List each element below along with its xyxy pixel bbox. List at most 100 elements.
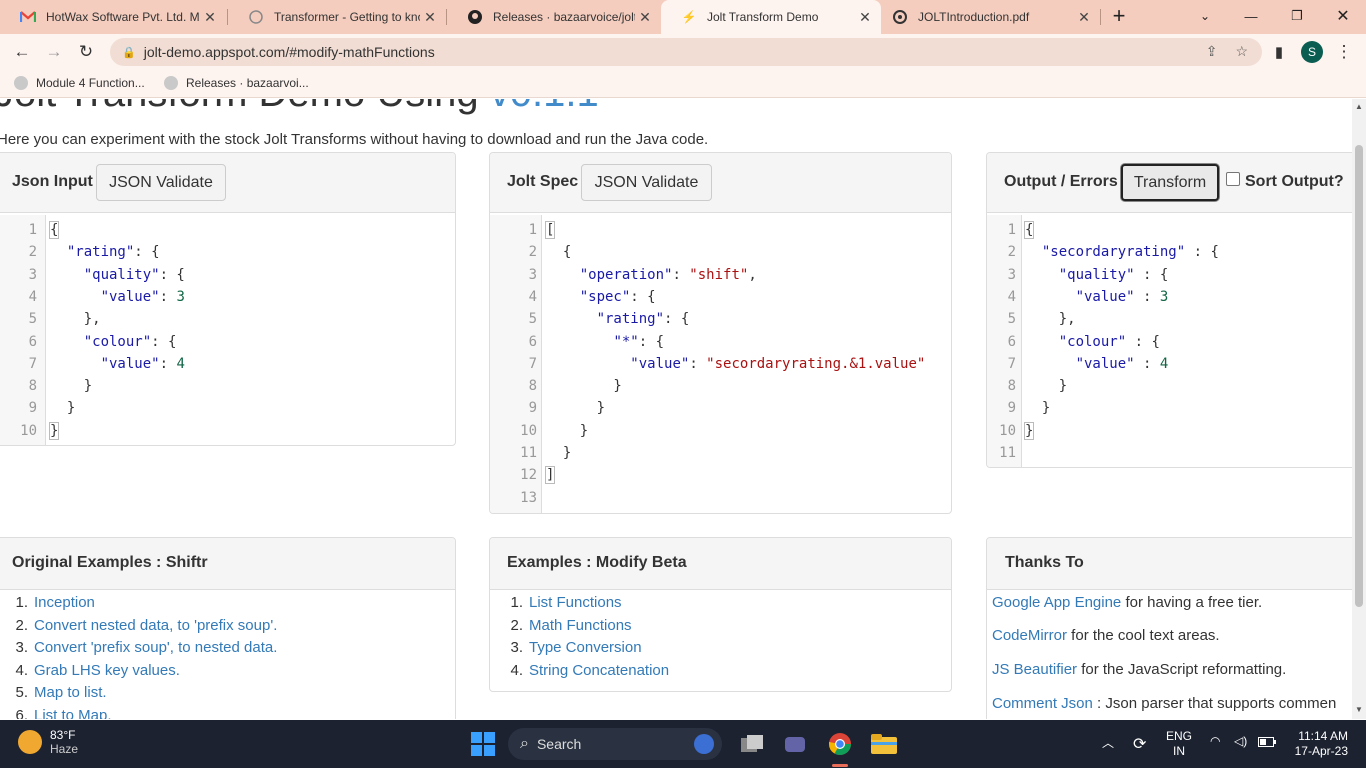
address-bar[interactable]: 🔒 jolt-demo.appspot.com/#modify-mathFunc… bbox=[110, 38, 1262, 66]
thanks-link[interactable]: Comment Json bbox=[992, 695, 1093, 712]
teams-icon[interactable] bbox=[781, 730, 809, 758]
code-text: "value" : 3 bbox=[1075, 288, 1169, 305]
example-link[interactable]: Convert 'prefix soup', to nested data. bbox=[34, 639, 277, 656]
tab-close-icon[interactable]: ✕ bbox=[200, 9, 220, 26]
thanks-link[interactable]: CodeMirror bbox=[992, 627, 1067, 644]
line-number: 1 bbox=[28, 222, 37, 238]
jolt-spec-validate-button[interactable]: JSON Validate bbox=[581, 164, 712, 201]
bookmark-label: Releases · bazaarvoi... bbox=[186, 76, 309, 90]
json-input-title: Json Input bbox=[12, 173, 93, 190]
thanks-link[interactable]: JS Beautifier bbox=[992, 661, 1077, 678]
page-title-text: Jolt Transform Demo Using bbox=[0, 99, 479, 115]
lock-icon[interactable]: 🔒 bbox=[122, 46, 136, 59]
bookmark-releases[interactable]: Releases · bazaarvoi... bbox=[164, 76, 309, 90]
tab-close-icon[interactable]: ✕ bbox=[1074, 9, 1094, 26]
tab-close-icon[interactable]: ✕ bbox=[420, 9, 440, 26]
example-link[interactable]: Map to list. bbox=[34, 684, 107, 701]
tab-title: HotWax Software Pvt. Ltd. Mail bbox=[46, 10, 200, 24]
new-tab-button[interactable]: + bbox=[1097, 0, 1141, 32]
bookmark-star-icon[interactable]: ☆ bbox=[1235, 43, 1248, 60]
json-input-editor[interactable]: 1 {2 "rating": {3 "quality": {4 "value": … bbox=[0, 215, 455, 445]
thanks-panel: Thanks To Google App Engine for having a… bbox=[986, 537, 1352, 719]
thanks-text: for the JavaScript reformatting. bbox=[1077, 661, 1287, 678]
line-number: 11 bbox=[520, 445, 537, 461]
page-scrollbar[interactable]: ▲ ▼ bbox=[1352, 99, 1366, 719]
clock[interactable]: 11:14 AM 17-Apr-23 bbox=[1288, 729, 1348, 759]
tab-gmail[interactable]: HotWax Software Pvt. Ltd. Mail ✕ bbox=[0, 0, 226, 34]
code-text: "quality" : { bbox=[1058, 266, 1169, 283]
forward-icon[interactable]: → bbox=[40, 38, 68, 66]
thanks-link[interactable]: Google App Engine bbox=[992, 594, 1121, 611]
scroll-down-icon[interactable]: ▼ bbox=[1355, 705, 1363, 714]
tab-transformer[interactable]: Transformer - Getting to know ✕ bbox=[228, 0, 446, 34]
language-indicator[interactable]: ENG IN bbox=[1166, 729, 1192, 759]
example-link[interactable]: Type Conversion bbox=[529, 639, 642, 656]
code-text: "rating": { bbox=[66, 244, 160, 261]
back-icon[interactable]: ← bbox=[8, 38, 36, 66]
example-link[interactable]: List to Map. bbox=[34, 707, 112, 720]
example-link[interactable]: Inception bbox=[34, 594, 95, 611]
example-link[interactable]: Convert nested data, to 'prefix soup'. bbox=[34, 617, 277, 634]
search-icon: ⌕ bbox=[520, 735, 529, 752]
line-number: 4 bbox=[1007, 288, 1016, 305]
tab-jolt-pdf[interactable]: JOLTIntroduction.pdf ✕ bbox=[872, 0, 1100, 34]
weather-sun-icon bbox=[18, 730, 42, 754]
example-link[interactable]: Math Functions bbox=[529, 617, 632, 634]
example-link[interactable]: Grab LHS key values. bbox=[34, 662, 180, 679]
volume-icon[interactable]: ◁) bbox=[1234, 734, 1247, 748]
side-panel-icon[interactable]: ▮ bbox=[1265, 38, 1293, 66]
scroll-up-icon[interactable]: ▲ bbox=[1355, 102, 1363, 111]
close-window-button[interactable]: ✕ bbox=[1320, 0, 1366, 32]
list-item: 3. Convert 'prefix soup', to nested data. bbox=[8, 637, 277, 659]
code-text: } bbox=[1025, 400, 1051, 417]
chrome-icon[interactable] bbox=[826, 730, 854, 758]
list-index: 2. bbox=[510, 616, 523, 634]
list-item: 1. List Functions bbox=[503, 592, 622, 614]
taskbar-search[interactable]: ⌕ Search bbox=[508, 728, 722, 760]
sort-output-label: Sort Output? bbox=[1245, 173, 1344, 190]
minimize-button[interactable]: — bbox=[1228, 0, 1274, 32]
example-link[interactable]: List Functions bbox=[529, 594, 622, 611]
task-view-icon[interactable] bbox=[738, 730, 766, 758]
intro-text: Here you can experiment with the stock J… bbox=[0, 131, 709, 148]
tab-releases[interactable]: Releases · bazaarvoice/jolt ✕ bbox=[447, 0, 661, 34]
thanks-text: for having a free tier. bbox=[1121, 594, 1263, 611]
output-editor[interactable]: 1 {2 "secordaryrating" : {3 "quality" : {… bbox=[987, 215, 1352, 467]
tab-title: Releases · bazaarvoice/jolt bbox=[493, 10, 635, 24]
example-link[interactable]: String Concatenation bbox=[529, 662, 669, 679]
line-number: 3 bbox=[528, 266, 537, 283]
line-number: 11 bbox=[999, 445, 1016, 461]
tab-close-icon[interactable]: ✕ bbox=[635, 9, 655, 26]
json-input-panel: Json Input JSON Validate 1 {2 "rating": {… bbox=[0, 152, 456, 446]
share-icon[interactable]: ⇪ bbox=[1206, 43, 1218, 60]
tab-search-chevron-icon[interactable]: ⌄ bbox=[1182, 0, 1228, 32]
menu-kebab-icon[interactable]: ⋮ bbox=[1330, 38, 1358, 66]
output-title: Output / Errors bbox=[1004, 173, 1118, 190]
file-explorer-icon[interactable] bbox=[870, 730, 898, 758]
jolt-spec-editor[interactable]: 1 [2 {3 "operation": "shift", 4 "spec": {5… bbox=[490, 215, 951, 513]
sort-output-checkbox[interactable] bbox=[1226, 172, 1240, 186]
code-text: "value": 4 bbox=[100, 355, 185, 372]
restore-button[interactable]: ❐ bbox=[1274, 0, 1320, 32]
json-input-validate-button[interactable]: JSON Validate bbox=[96, 164, 226, 201]
modify-examples-panel: Examples : Modify Beta 1. List Functions 2… bbox=[489, 537, 952, 692]
wifi-icon[interactable]: ◠ bbox=[1210, 734, 1220, 748]
tab-jolt-demo[interactable]: ⚡ Jolt Transform Demo ✕ bbox=[661, 0, 881, 34]
tab-strip: HotWax Software Pvt. Ltd. Mail ✕ Transfo… bbox=[0, 0, 1366, 34]
transform-button[interactable]: Transform bbox=[1121, 164, 1219, 201]
line-number: 10 bbox=[999, 422, 1016, 439]
search-label: Search bbox=[536, 736, 582, 752]
reload-icon[interactable]: ↻ bbox=[72, 38, 100, 66]
url-text: jolt-demo.appspot.com/#modify-mathFuncti… bbox=[143, 44, 435, 60]
thanks-item: Google App Engine for having a free tier… bbox=[992, 592, 1262, 614]
line-number: 10 bbox=[520, 422, 537, 439]
battery-icon[interactable] bbox=[1258, 736, 1276, 750]
profile-avatar[interactable]: S bbox=[1301, 41, 1323, 63]
code-text: { bbox=[48, 221, 60, 239]
windows-start-icon[interactable] bbox=[469, 730, 497, 758]
weather-widget[interactable]: 83°F Haze bbox=[18, 728, 78, 756]
sync-icon[interactable]: ⟳ bbox=[1133, 734, 1146, 754]
scrollbar-thumb[interactable] bbox=[1355, 145, 1363, 607]
tray-chevron-up-icon[interactable]: ︿ bbox=[1102, 734, 1114, 751]
bookmark-module4[interactable]: Module 4 Function... bbox=[14, 76, 145, 90]
